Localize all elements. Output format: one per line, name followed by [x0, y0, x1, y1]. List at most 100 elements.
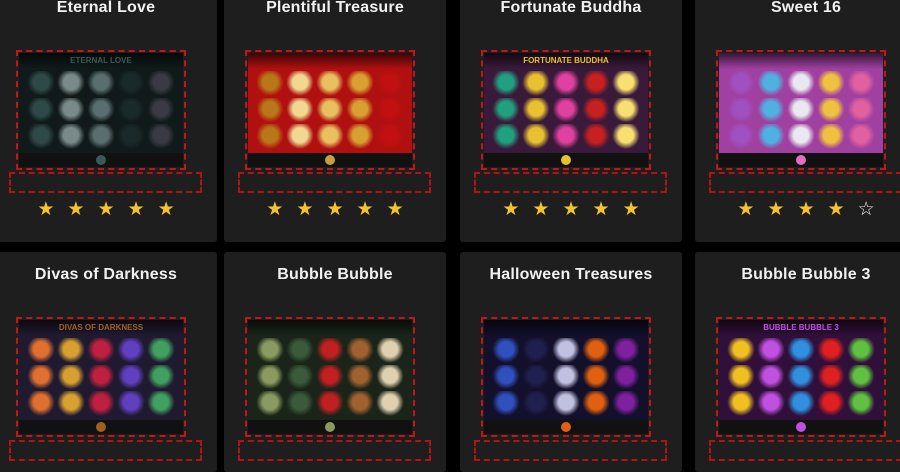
game-thumbnail[interactable]: BUBBLE BUBBLE 3	[716, 317, 886, 437]
game-title[interactable]: Eternal Love	[0, 0, 217, 17]
reel-symbol	[612, 124, 640, 149]
play-button-area[interactable]	[238, 172, 431, 193]
control-bar	[248, 153, 412, 167]
reel-symbol	[286, 364, 314, 390]
game-banner	[719, 53, 883, 69]
game-title[interactable]: Divas of Darkness	[0, 266, 217, 284]
play-button-area[interactable]	[474, 172, 667, 193]
reel-symbol	[552, 97, 580, 123]
game-thumbnail[interactable]: ETERNAL LOVE	[16, 50, 186, 170]
reel-symbol	[817, 97, 845, 123]
reel-symbol	[582, 391, 610, 416]
reel-symbol	[286, 71, 314, 96]
slot-reels	[492, 71, 640, 149]
reel-symbol	[376, 71, 404, 96]
control-bar	[248, 420, 412, 434]
play-button-area[interactable]	[709, 172, 900, 193]
game-thumbnail[interactable]: DIVAS OF DARKNESS	[16, 317, 186, 437]
reel-symbol	[582, 338, 610, 363]
star-filled-icon: ★	[767, 199, 798, 220]
reel-symbol	[256, 338, 284, 363]
reel-symbol	[552, 364, 580, 390]
reel-symbol	[27, 71, 55, 96]
play-button-area[interactable]	[9, 172, 202, 193]
reel-symbol	[522, 97, 550, 123]
spin-icon	[796, 422, 806, 432]
reel-symbol	[256, 364, 284, 390]
reel-symbol	[346, 364, 374, 390]
game-banner: ETERNAL LOVE	[19, 53, 183, 69]
game-card[interactable]: Bubble Bubble	[224, 252, 446, 472]
game-title[interactable]: Halloween Treasures	[460, 266, 682, 284]
reel-symbol	[612, 364, 640, 390]
reel-symbol	[87, 124, 115, 149]
reel-symbol	[286, 124, 314, 149]
star-filled-icon: ★	[326, 199, 357, 220]
reel-symbol	[286, 391, 314, 416]
game-title[interactable]: Sweet 16	[695, 0, 900, 17]
reel-symbol	[582, 71, 610, 96]
game-thumbnail[interactable]	[481, 317, 651, 437]
play-button-area[interactable]	[9, 440, 202, 461]
game-card[interactable]: Eternal Love ETERNAL LOVE ★★★★★	[0, 0, 217, 242]
reel-symbol	[346, 338, 374, 363]
reel-symbol	[346, 97, 374, 123]
star-filled-icon: ★	[797, 199, 828, 220]
reel-symbol	[117, 364, 145, 390]
game-thumbnail[interactable]	[245, 317, 415, 437]
game-title[interactable]: Bubble Bubble	[224, 266, 446, 284]
reel-symbol	[492, 124, 520, 149]
reel-symbol	[787, 338, 815, 363]
game-card[interactable]: Divas of Darkness DIVAS OF DARKNESS	[0, 252, 217, 472]
star-rating: ★★★★☆	[695, 198, 900, 221]
game-thumbnail[interactable]	[716, 50, 886, 170]
game-thumbnail[interactable]: FORTUNATE BUDDHA	[481, 50, 651, 170]
star-filled-icon: ★	[592, 199, 623, 220]
reel-symbol	[612, 71, 640, 96]
spin-icon	[561, 422, 571, 432]
game-card[interactable]: Bubble Bubble 3 BUBBLE BUBBLE 3	[695, 252, 900, 472]
reel-symbol	[346, 124, 374, 149]
play-button-area[interactable]	[474, 440, 667, 461]
reel-symbol	[817, 338, 845, 363]
reel-symbol	[582, 124, 610, 149]
play-button-area[interactable]	[238, 440, 431, 461]
game-card[interactable]: Fortunate Buddha FORTUNATE BUDDHA ★★★★★	[460, 0, 682, 242]
reel-symbol	[87, 364, 115, 390]
game-card[interactable]: Sweet 16 ★★★★☆	[695, 0, 900, 242]
reel-symbol	[376, 391, 404, 416]
game-card[interactable]: Halloween Treasures	[460, 252, 682, 472]
game-title[interactable]: Fortunate Buddha	[460, 0, 682, 17]
reel-symbol	[27, 364, 55, 390]
reel-symbol	[117, 391, 145, 416]
reel-symbol	[522, 338, 550, 363]
star-filled-icon: ★	[622, 199, 653, 220]
spin-icon	[325, 422, 335, 432]
control-bar	[719, 153, 883, 167]
reel-symbol	[787, 364, 815, 390]
reel-symbol	[817, 71, 845, 96]
star-empty-icon: ☆	[857, 199, 888, 220]
reel-symbol	[87, 71, 115, 96]
play-button-area[interactable]	[709, 440, 900, 461]
star-filled-icon: ★	[97, 199, 128, 220]
reel-symbol	[612, 97, 640, 123]
reel-symbol	[787, 391, 815, 416]
reel-symbol	[727, 364, 755, 390]
game-title[interactable]: Plentiful Treasure	[224, 0, 446, 17]
game-card[interactable]: Plentiful Treasure ★★★★★	[224, 0, 446, 242]
reel-symbol	[847, 364, 875, 390]
reel-symbol	[757, 97, 785, 123]
reel-symbol	[787, 71, 815, 96]
star-filled-icon: ★	[386, 199, 417, 220]
star-filled-icon: ★	[827, 199, 858, 220]
reel-symbol	[376, 364, 404, 390]
reel-symbol	[847, 124, 875, 149]
game-title[interactable]: Bubble Bubble 3	[695, 266, 900, 284]
reel-symbol	[117, 97, 145, 123]
game-logo: FORTUNATE BUDDHA	[523, 56, 609, 65]
reel-symbol	[522, 391, 550, 416]
reel-symbol	[147, 124, 175, 149]
game-thumbnail[interactable]	[245, 50, 415, 170]
reel-symbol	[847, 71, 875, 96]
